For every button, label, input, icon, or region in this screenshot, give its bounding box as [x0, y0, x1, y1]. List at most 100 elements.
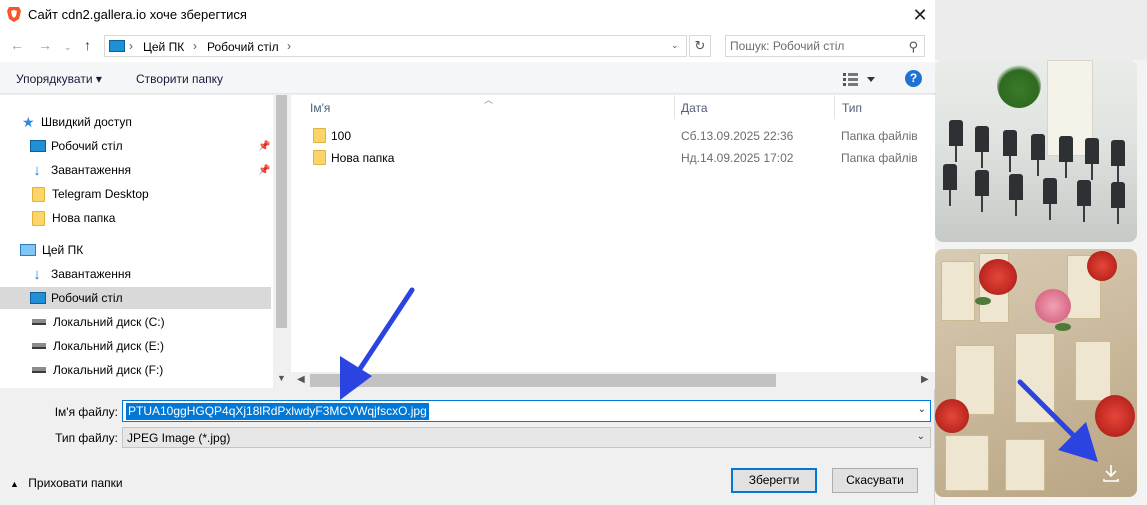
save-dialog: Сайт cdn2.gallera.io хоче зберегтися ✕ ←… — [0, 0, 935, 505]
desktop-icon — [109, 40, 125, 52]
recent-dropdown-icon[interactable]: ⌄ — [64, 40, 72, 54]
nav-scrollbar[interactable]: ▼ — [273, 95, 290, 388]
column-divider[interactable] — [834, 95, 835, 119]
filename-value[interactable]: PTUA10ggHGQP4qXj18lRdPxlwdyF3MCVWqjfscxO… — [126, 403, 429, 420]
chair — [1111, 140, 1125, 182]
file-list-hscrollbar[interactable]: ◀ ▶ — [291, 372, 935, 389]
chair — [975, 170, 989, 212]
red-flower — [1095, 395, 1135, 437]
up-arrow-icon[interactable]: ↑ — [84, 38, 91, 52]
gallery-topbar — [935, 0, 1147, 60]
file-name: Нова папка — [331, 151, 395, 165]
scroll-right-icon[interactable]: ▶ — [921, 374, 929, 385]
breadcrumb-this-pc[interactable]: Цей ПК — [143, 40, 184, 54]
column-header-name[interactable]: Ім'я — [310, 101, 330, 115]
chair — [1077, 180, 1091, 222]
nav-item-label: Робочий стіл — [51, 139, 123, 153]
folder-icon — [32, 210, 45, 226]
nav-item-label: Локальний диск (F:) — [53, 363, 164, 377]
nav-telegram-desktop[interactable]: Telegram Desktop — [32, 183, 272, 205]
help-icon[interactable]: ? — [905, 70, 922, 87]
chair — [1031, 134, 1045, 176]
nav-item-label: Локальний диск (E:) — [53, 339, 164, 353]
navigation-pane: ★ Швидкий доступ Робочий стіл 📌 ↓ Завант… — [0, 95, 273, 388]
address-bar[interactable]: › Цей ПК › Робочий стіл › ⌄ — [104, 35, 687, 57]
column-header-type[interactable]: Тип — [842, 101, 862, 115]
nav-quick-access[interactable]: ★ Швидкий доступ — [22, 111, 262, 133]
file-date: Нд.14.09.2025 17:02 — [681, 151, 794, 165]
nav-item-label: Завантаження — [51, 163, 131, 177]
scroll-down-icon[interactable]: ▼ — [273, 373, 290, 383]
column-divider[interactable] — [674, 95, 675, 119]
scroll-left-icon[interactable]: ◀ — [297, 374, 305, 385]
folder-icon — [32, 186, 45, 202]
nav-desktop-pinned[interactable]: Робочий стіл — [30, 135, 270, 157]
filetype-value: JPEG Image (*.jpg) — [127, 431, 231, 445]
save-button[interactable]: Зберегти — [731, 468, 817, 493]
cancel-button[interactable]: Скасувати — [832, 468, 918, 493]
nav-drive-c[interactable]: Локальний диск (C:) — [32, 311, 272, 333]
breadcrumb-desktop[interactable]: Робочий стіл — [207, 40, 279, 54]
desktop-icon — [30, 292, 46, 304]
download-icon: ↓ — [33, 265, 41, 283]
column-header-date[interactable]: Дата — [681, 101, 708, 115]
nav-desktop[interactable]: Робочий стіл — [0, 287, 271, 309]
dialog-titlebar: Сайт cdn2.gallera.io хоче зберегтися ✕ — [0, 0, 935, 30]
nav-downloads-pinned[interactable]: ↓ Завантаження — [30, 159, 270, 181]
pin-icon: 📌 — [258, 141, 271, 152]
search-input[interactable] — [730, 39, 900, 53]
file-date: Сб.13.09.2025 22:36 — [681, 129, 794, 143]
nav-new-folder[interactable]: Нова папка — [32, 207, 272, 229]
dialog-title: Сайт cdn2.gallera.io хоче зберегтися — [28, 7, 247, 22]
book-page — [1075, 341, 1111, 401]
back-arrow-icon[interactable]: ← — [10, 38, 24, 52]
search-box[interactable]: ⚲ — [725, 35, 925, 57]
download-icon[interactable] — [1098, 460, 1124, 486]
nav-item-label: Завантаження — [51, 267, 131, 281]
chair — [1043, 178, 1057, 220]
chair — [975, 126, 989, 168]
chair — [1009, 174, 1023, 216]
chair — [943, 164, 957, 206]
forward-arrow-icon[interactable]: → — [38, 38, 52, 52]
view-options-icon[interactable] — [843, 72, 875, 86]
nav-drive-e[interactable]: Локальний диск (E:) — [32, 335, 272, 357]
nav-item-label: Швидкий доступ — [41, 115, 132, 129]
filename-field[interactable]: PTUA10ggHGQP4qXj18lRdPxlwdyF3MCVWqjfscxO… — [122, 400, 931, 422]
gallery-photo-conference-room[interactable] — [935, 60, 1137, 242]
sort-ascending-icon: ︿ — [484, 95, 494, 105]
close-button[interactable]: ✕ — [909, 4, 931, 26]
organize-menu[interactable]: Упорядкувати ▾ — [16, 72, 102, 86]
leaf — [975, 297, 991, 305]
red-flower — [979, 259, 1017, 295]
file-row[interactable]: Нова папка Нд.14.09.2025 17:02 Папка фай… — [291, 147, 935, 169]
chevron-down-icon[interactable]: ⌄ — [918, 404, 926, 415]
nav-drive-f[interactable]: Локальний диск (F:) — [32, 359, 272, 381]
refresh-button[interactable]: ↻ — [689, 35, 711, 57]
chair — [1003, 130, 1017, 172]
nav-item-label: Telegram Desktop — [52, 187, 149, 201]
scrollbar-thumb[interactable] — [276, 95, 287, 328]
chair — [1085, 138, 1099, 180]
chevron-right-icon[interactable]: › — [287, 39, 291, 53]
command-toolbar: Упорядкувати ▾ Створити папку — [0, 62, 935, 94]
red-flower — [1087, 251, 1117, 281]
book-page — [1005, 439, 1045, 491]
address-dropdown-icon[interactable]: ⌄ — [671, 40, 679, 51]
hide-folders-label: Приховати папки — [28, 476, 123, 490]
file-row[interactable]: 100 Сб.13.09.2025 22:36 Папка файлів — [291, 125, 935, 147]
desktop-icon — [30, 140, 46, 152]
plant-decoration — [997, 62, 1041, 108]
book-page — [945, 435, 989, 491]
chevron-up-icon: ▲ — [10, 479, 19, 489]
nav-downloads[interactable]: ↓ Завантаження — [30, 263, 270, 285]
chevron-right-icon[interactable]: › — [193, 39, 197, 53]
nav-this-pc[interactable]: Цей ПК — [20, 239, 260, 261]
nav-item-label: Локальний диск (C:) — [53, 315, 165, 329]
scrollbar-thumb[interactable] — [310, 374, 776, 387]
chevron-right-icon[interactable]: › — [129, 39, 133, 53]
chevron-down-icon[interactable]: ⌄ — [917, 431, 925, 442]
new-folder-button[interactable]: Створити папку — [136, 72, 223, 86]
hide-folders-toggle[interactable]: ▲ Приховати папки — [10, 476, 123, 490]
filetype-select[interactable]: JPEG Image (*.jpg) ⌄ — [122, 427, 931, 448]
